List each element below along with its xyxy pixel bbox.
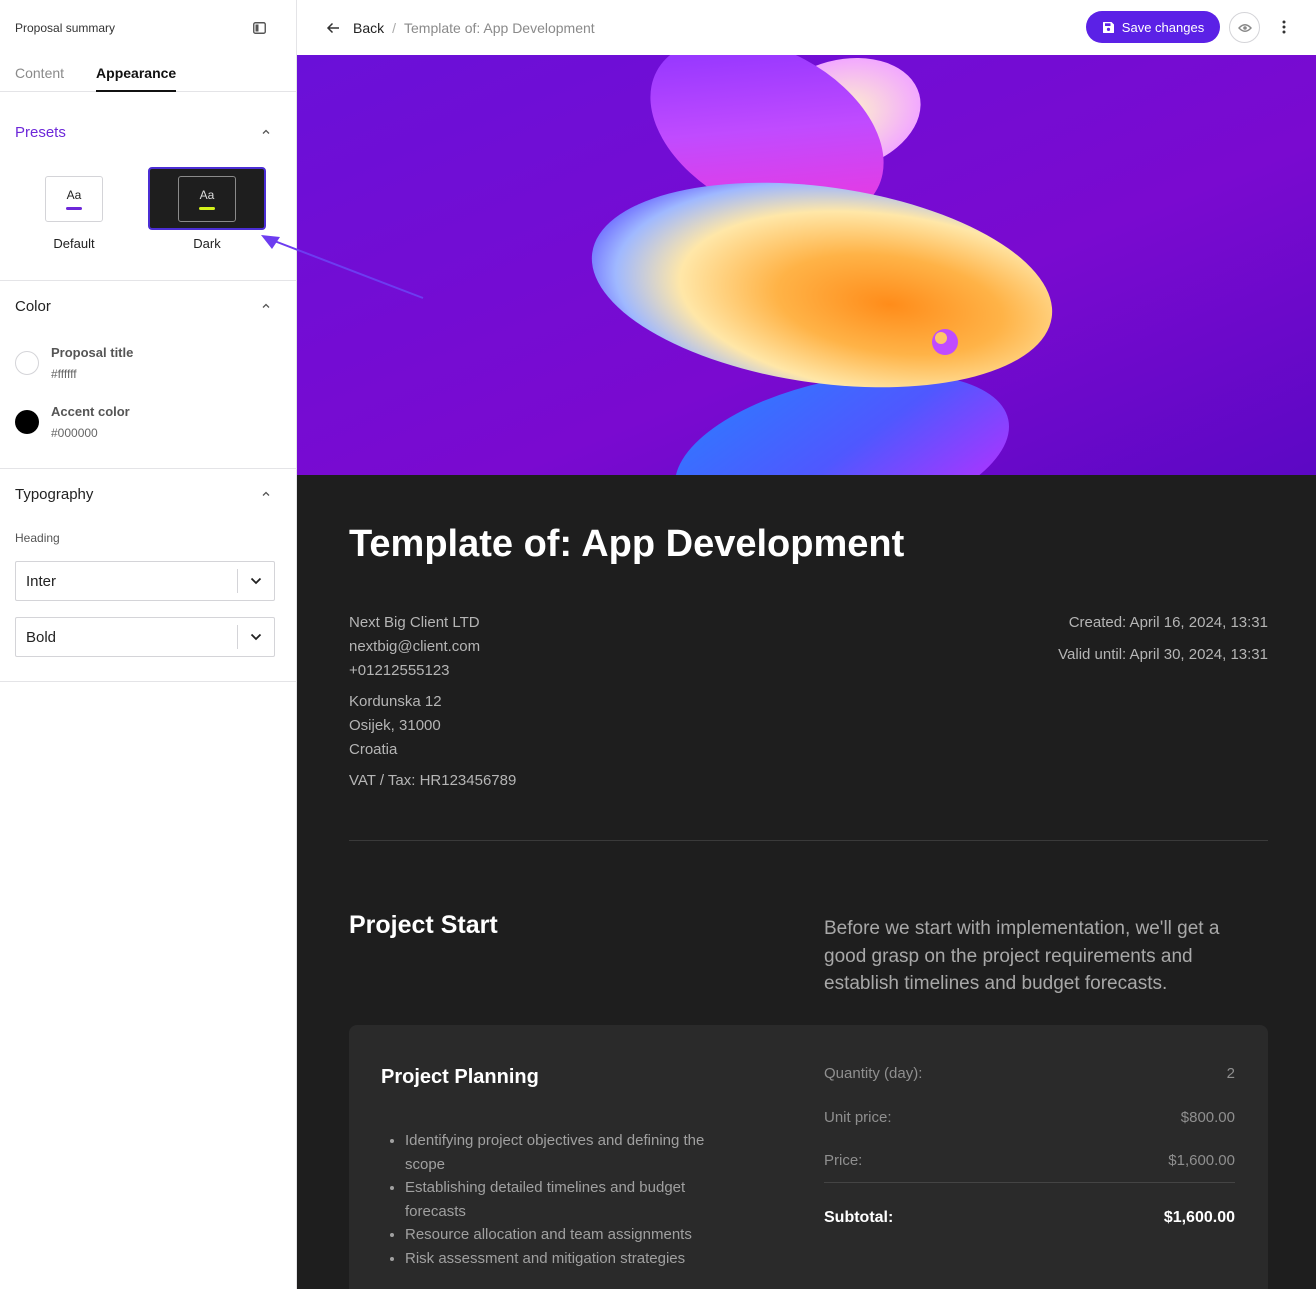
- proposal-title-color-swatch[interactable]: [15, 351, 39, 375]
- more-menu-button[interactable]: [1277, 17, 1291, 37]
- sidebar-tabs: Content Appearance: [0, 55, 296, 92]
- preset-dark-glyph: Aa: [199, 187, 215, 202]
- section-description: Before we start with implementation, we'…: [824, 918, 1220, 994]
- quantity-label: Quantity (day):: [824, 1065, 923, 1082]
- client-name: Next Big Client LTD: [349, 614, 480, 631]
- document-title: Template of: App Development: [349, 523, 905, 565]
- client-street: Kordunska 12: [349, 693, 442, 710]
- back-link[interactable]: Back: [353, 20, 384, 36]
- list-item: Risk assessment and mitigation strategie…: [405, 1247, 735, 1271]
- presets-header[interactable]: Presets: [0, 92, 296, 172]
- client-info: Next Big Client LTD nextbig@client.com +…: [349, 611, 516, 793]
- line-item-title: Project Planning: [381, 1066, 539, 1088]
- sidebar-title: Proposal summary: [15, 20, 116, 35]
- chevron-down-icon[interactable]: [237, 625, 274, 649]
- preset-default-swatch: Aa: [45, 175, 103, 222]
- accent-color-label: Accent color: [51, 404, 130, 419]
- color-row-accent: Accent color #000000: [0, 403, 296, 462]
- typography-section: Typography Heading Inter Bold: [0, 469, 296, 682]
- line-item-bullets: Identifying project objectives and defin…: [405, 1129, 735, 1270]
- chevron-down-icon[interactable]: [237, 569, 274, 593]
- accent-color-hex: #000000: [51, 426, 98, 440]
- heading-font-select[interactable]: Inter: [15, 561, 275, 601]
- created-date: Created: April 16, 2024, 13:31: [1068, 614, 1268, 631]
- accent-color-swatch[interactable]: [15, 410, 39, 434]
- unit-price-row: Unit price: $800.00: [824, 1109, 1235, 1153]
- color-section: Color Proposal title #ffffff Accent colo…: [0, 281, 296, 469]
- proposal-title-color-label: Proposal title: [51, 345, 134, 360]
- preset-default-box[interactable]: Aa: [15, 167, 133, 230]
- price-row: Price: $1,600.00: [824, 1152, 1235, 1179]
- subtotal-value: $1,600.00: [1163, 1209, 1235, 1226]
- preview-button[interactable]: [1229, 12, 1260, 43]
- client-vat: VAT / Tax: HR123456789: [349, 772, 517, 789]
- quantity-value: 2: [1226, 1065, 1235, 1082]
- section-title: Project Start: [349, 911, 498, 939]
- list-item: Resource allocation and team assignments: [405, 1223, 735, 1247]
- panel-toggle-icon[interactable]: [251, 20, 267, 36]
- preset-default-glyph: Aa: [66, 187, 82, 202]
- heading-label: Heading: [15, 531, 60, 545]
- typography-title: Typography: [15, 485, 94, 503]
- color-title: Color: [15, 297, 51, 315]
- subtotal-row: Subtotal: $1,600.00: [824, 1209, 1235, 1227]
- preset-dark-swatch: Aa: [178, 175, 236, 222]
- save-changes-label: Save changes: [1121, 19, 1205, 35]
- chevron-up-icon[interactable]: [261, 127, 271, 137]
- top-bar: Back / Template of: App Development Save…: [297, 0, 1316, 55]
- preset-dark[interactable]: Aa Dark: [148, 167, 266, 251]
- presets-title: Presets: [15, 123, 66, 141]
- heading-font-value: Inter: [26, 572, 57, 590]
- preset-dark-box[interactable]: Aa: [148, 167, 266, 230]
- breadcrumb-current: Template of: App Development: [404, 19, 595, 36]
- quantity-row: Quantity (day): 2: [824, 1065, 1235, 1109]
- divider: [349, 840, 1268, 841]
- unit-price-value: $800.00: [1180, 1108, 1235, 1126]
- proposal-document: Template of: App Development Next Big Cl…: [297, 475, 1316, 1289]
- more-vertical-icon: [1282, 20, 1286, 34]
- save-changes-button[interactable]: Save changes: [1086, 11, 1220, 43]
- list-item: Establishing detailed timelines and budg…: [405, 1176, 735, 1223]
- proposal-title-color-hex: #ffffff: [51, 367, 77, 381]
- sidebar: Proposal summary Content Appearance Pres…: [0, 0, 297, 1289]
- client-phone: +01212555123: [349, 662, 450, 679]
- heading-weight-value: Bold: [26, 628, 57, 646]
- client-email: nextbig@client.com: [349, 638, 481, 655]
- sidebar-header: Proposal summary: [0, 0, 296, 55]
- typography-header[interactable]: Typography: [0, 469, 296, 519]
- hero-image: [297, 55, 1316, 475]
- proposal-dates: Created: April 16, 2024, 13:31 Valid unt…: [1058, 611, 1268, 667]
- preset-default-label: Default: [53, 236, 95, 251]
- unit-price-label: Unit price:: [824, 1108, 892, 1126]
- annotation-arrow-icon: [261, 235, 424, 299]
- tab-appearance[interactable]: Appearance: [96, 55, 177, 92]
- preset-dark-label: Dark: [193, 236, 221, 251]
- tab-content[interactable]: Content: [15, 55, 64, 92]
- client-city: Osijek, 31000: [349, 717, 441, 734]
- color-row-proposal-title: Proposal title #ffffff: [0, 344, 296, 403]
- line-item-card: Project Planning Identifying project obj…: [349, 1025, 1268, 1289]
- price-divider: [824, 1182, 1235, 1183]
- subtotal-label: Subtotal:: [824, 1209, 894, 1226]
- price-label: Price:: [824, 1152, 863, 1169]
- client-country: Croatia: [349, 741, 398, 758]
- price-value: $1,600.00: [1168, 1152, 1235, 1169]
- save-icon: [1102, 21, 1114, 33]
- arrow-left-icon[interactable]: [325, 20, 341, 36]
- valid-until-date: Valid until: April 30, 2024, 13:31: [1058, 646, 1268, 663]
- list-item: Identifying project objectives and defin…: [405, 1129, 735, 1176]
- eye-icon: [1237, 23, 1252, 32]
- preset-default-accent-bar: [66, 206, 82, 210]
- preset-default[interactable]: Aa Default: [15, 167, 133, 251]
- preset-dark-accent-bar: [199, 206, 215, 210]
- price-summary: Quantity (day): 2 Unit price: $800.00 Pr…: [824, 1065, 1235, 1227]
- breadcrumb-separator: /: [392, 19, 397, 36]
- heading-weight-select[interactable]: Bold: [15, 617, 275, 657]
- chevron-up-icon[interactable]: [261, 489, 271, 499]
